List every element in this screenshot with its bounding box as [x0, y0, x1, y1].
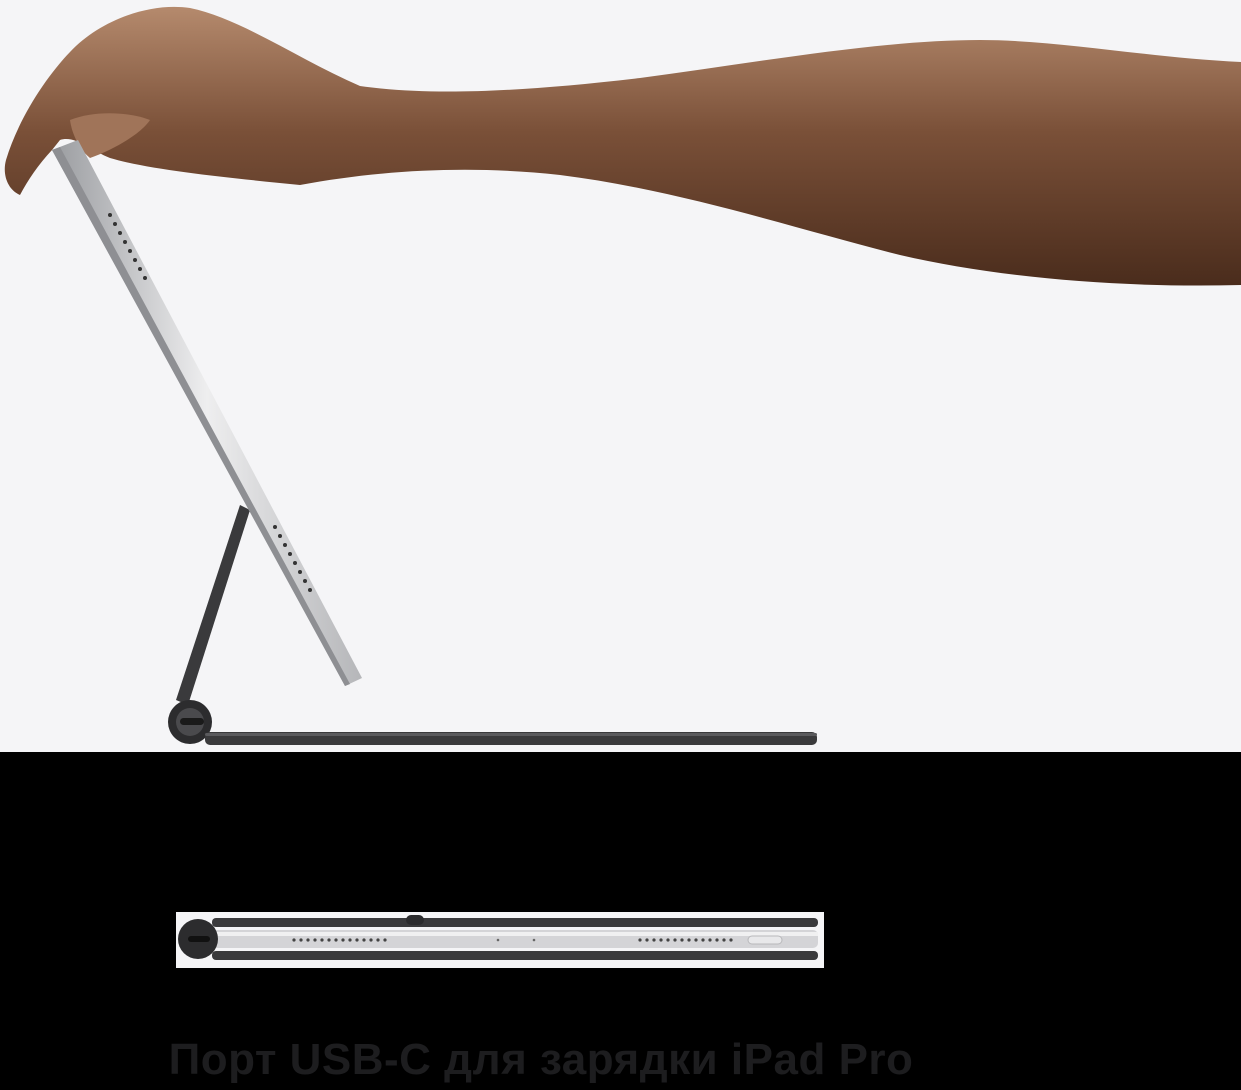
folded-side-view — [176, 912, 824, 968]
hero-photo — [0, 0, 1241, 752]
keyboard-stand-arm — [176, 505, 250, 705]
folded-illustration — [178, 915, 818, 960]
forearm — [4, 6, 1241, 286]
hero-illustration — [4, 6, 1241, 745]
caption: Порт USB-C для зарядки iPad Pro — [168, 1035, 914, 1084]
